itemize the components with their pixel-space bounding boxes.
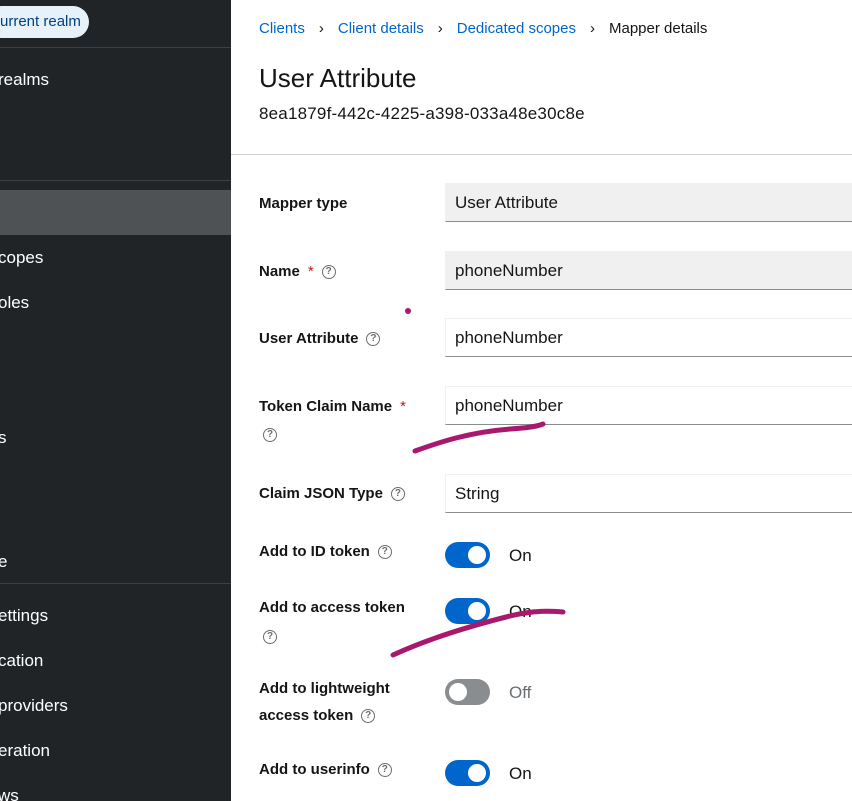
help-icon[interactable]: ?	[361, 709, 376, 724]
claim-json-type-select[interactable]: String	[445, 474, 852, 513]
add-to-access-token-label: Add to access token	[259, 599, 405, 616]
help-icon[interactable]: ?	[377, 763, 392, 778]
name-label: Name *?	[259, 263, 336, 280]
help-icon[interactable]: ?	[390, 487, 405, 502]
breadcrumb-current: Mapper details	[609, 20, 708, 37]
token-claim-name-label: Token Claim Name *	[259, 398, 406, 415]
switch-knob	[449, 683, 467, 701]
breadcrumb-separator-icon: ›	[318, 20, 324, 37]
add-to-lightweight-state: Off	[509, 683, 532, 702]
sidebar-item-sessions[interactable]: s	[0, 428, 7, 448]
required-asterisk: *	[400, 398, 406, 415]
sidebar-item-user-federation[interactable]: eration	[0, 741, 50, 761]
sidebar-divider	[0, 583, 231, 584]
token-claim-name-input[interactable]: phoneNumber	[445, 386, 852, 425]
add-to-userinfo-state: On	[509, 764, 532, 783]
sidebar-item-clients-active[interactable]	[0, 190, 231, 235]
add-to-id-token-state: On	[509, 546, 532, 565]
add-to-access-token-switch[interactable]	[445, 598, 490, 624]
name-field: phoneNumber	[445, 251, 852, 290]
sidebar-item-authentication[interactable]: cation	[0, 651, 43, 671]
breadcrumb-client-details-link[interactable]: Client details	[338, 20, 424, 37]
switch-knob	[468, 764, 486, 782]
current-realm-chip[interactable]: urrent realm	[0, 6, 89, 38]
sidebar-item-realm[interactable]: e	[0, 552, 7, 572]
mapper-type-field: User Attribute	[445, 183, 852, 222]
add-to-access-token-state: On	[509, 602, 532, 621]
add-to-lightweight-label-line1: Add to lightweight	[259, 680, 390, 697]
add-to-lightweight-switch[interactable]	[445, 679, 490, 705]
token-claim-name-help: ?	[259, 426, 277, 443]
main-content: Clients › Client details › Dedicated sco…	[231, 0, 852, 801]
user-attribute-label: User Attribute?	[259, 330, 381, 347]
help-icon[interactable]: ?	[366, 332, 381, 347]
sidebar-item-manage-realms[interactable]: realms	[0, 70, 49, 90]
switch-knob	[468, 602, 486, 620]
sidebar-item-realm-roles[interactable]: oles	[0, 293, 29, 313]
add-to-id-token-switch[interactable]	[445, 542, 490, 568]
sidebar-item-identity-providers[interactable]: providers	[0, 696, 68, 716]
breadcrumb-dedicated-scopes-link[interactable]: Dedicated scopes	[457, 20, 576, 37]
add-to-lightweight-label-line2: access token?	[259, 707, 376, 724]
help-icon[interactable]: ?	[321, 265, 336, 280]
add-to-userinfo-switch[interactable]	[445, 760, 490, 786]
add-to-id-token-label: Add to ID token?	[259, 543, 392, 560]
claim-json-type-label: Claim JSON Type?	[259, 485, 405, 502]
add-to-access-token-help: ?	[259, 628, 277, 645]
sidebar-divider	[0, 47, 231, 48]
help-icon[interactable]: ?	[263, 428, 277, 443]
user-attribute-input[interactable]: phoneNumber	[445, 318, 852, 357]
sidebar-item-client-scopes[interactable]: copes	[0, 248, 43, 268]
breadcrumb: Clients › Client details › Dedicated sco…	[259, 20, 707, 37]
sidebar-item-realm-settings[interactable]: ettings	[0, 606, 48, 626]
switch-knob	[468, 546, 486, 564]
breadcrumb-clients-link[interactable]: Clients	[259, 20, 305, 37]
breadcrumb-separator-icon: ›	[437, 20, 443, 37]
required-asterisk: *	[307, 263, 314, 280]
mapper-type-label: Mapper type	[259, 195, 348, 212]
page-title: User Attribute	[259, 63, 417, 93]
help-icon[interactable]: ?	[377, 545, 392, 560]
sidebar-item-workflows[interactable]: ws	[0, 786, 19, 801]
help-icon[interactable]: ?	[263, 630, 277, 645]
breadcrumb-separator-icon: ›	[590, 20, 595, 37]
header-divider	[231, 154, 852, 155]
mapper-id: 8ea1879f-442c-4225-a398-033a48e30c8e	[259, 104, 585, 123]
add-to-userinfo-label: Add to userinfo?	[259, 761, 392, 778]
sidebar-divider	[0, 180, 231, 181]
sidebar: urrent realm realms copes oles s e ettin…	[0, 0, 231, 801]
